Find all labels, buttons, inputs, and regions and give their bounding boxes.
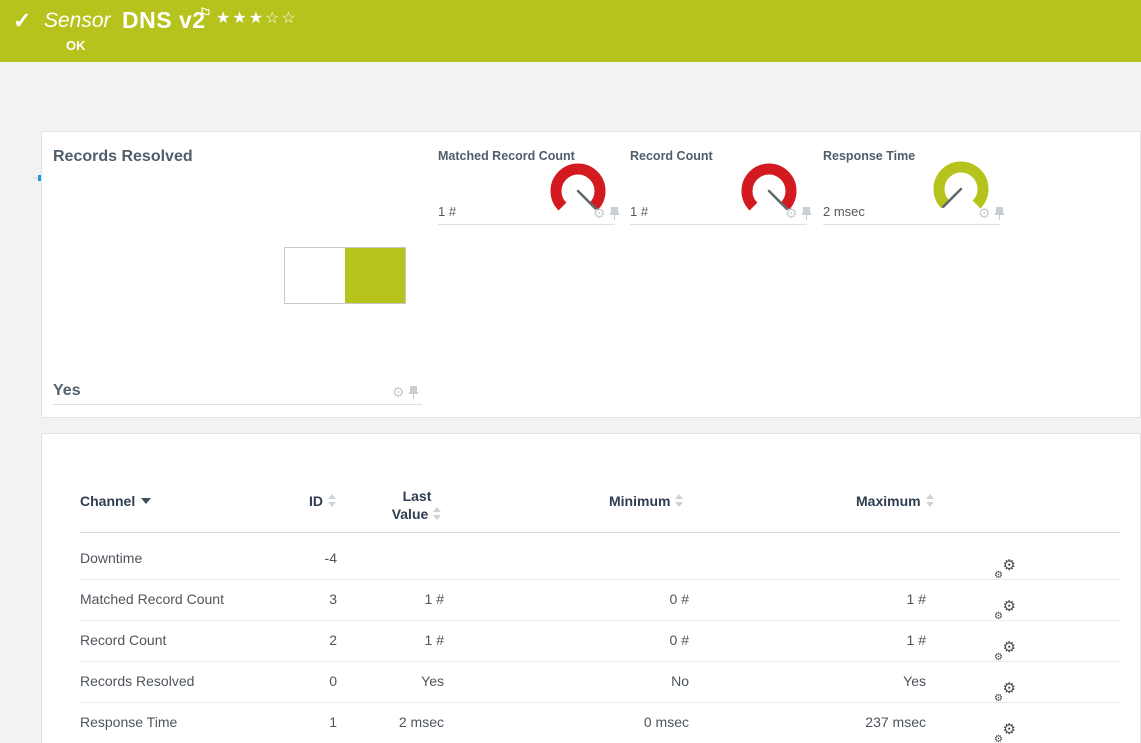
boolean-indicator	[284, 247, 406, 304]
channel-id: 1	[242, 714, 337, 730]
primary-channel-value: Yes	[53, 382, 81, 400]
channel-last-value: Yes	[342, 673, 444, 689]
column-header-channel-label: Channel	[80, 493, 135, 509]
channel-last-value: 1 #	[342, 591, 444, 607]
column-header-minimum[interactable]: Minimum	[609, 493, 684, 509]
channel-maximum: Yes	[777, 673, 926, 689]
gauge-cell-divider	[823, 224, 1000, 225]
channel-last-value: 2 msec	[342, 714, 444, 730]
channel-settings-icon[interactable]: ⚙⚙	[994, 681, 1016, 703]
gear-icon[interactable]: ⚙	[392, 385, 405, 399]
channel-maximum: 1 #	[777, 632, 926, 648]
gauge-cell-divider	[630, 224, 807, 225]
channel-table-panel: Channel ID Last Value Minimum Maximum Do…	[41, 433, 1141, 743]
channel-maximum: 1 #	[777, 591, 926, 607]
gauge-cell-actions: ⚙	[785, 206, 811, 220]
channel-settings-icon[interactable]: ⚙⚙	[994, 640, 1016, 662]
channel-minimum: No	[542, 673, 689, 689]
gauge-value: 2 msec	[823, 204, 865, 219]
status-badge: OK	[66, 38, 86, 53]
stars-empty: ☆☆	[265, 10, 298, 27]
tab-bar: Overview Live Data 2 days 30 days 365 da…	[0, 62, 1141, 119]
sort-icon	[433, 507, 442, 520]
gear-icon[interactable]: ⚙	[785, 206, 798, 220]
channel-settings-icon[interactable]: ⚙⚙	[994, 558, 1016, 580]
boolean-indicator-fill	[345, 248, 405, 303]
channel-id: -4	[242, 550, 337, 566]
table-row-record-count: Record Count 2 1 # 0 # 1 # ⚙⚙	[42, 620, 1141, 661]
sensor-type-label: Sensor	[44, 9, 111, 33]
channel-minimum: 0 msec	[542, 714, 689, 730]
channel-name: Record Count	[80, 632, 166, 648]
gear-icon[interactable]: ⚙	[978, 206, 991, 220]
gauge-title: Response Time	[823, 149, 915, 163]
primary-channel-title: Records Resolved	[53, 148, 193, 166]
gauge-title: Record Count	[630, 149, 713, 163]
column-header-maximum[interactable]: Maximum	[856, 493, 935, 509]
sort-icon	[675, 494, 684, 507]
primary-cell-actions: ⚙	[392, 385, 418, 399]
channel-maximum: 237 msec	[777, 714, 926, 730]
channel-id: 2	[242, 632, 337, 648]
gauge-value: 1 #	[630, 204, 648, 219]
table-row-downtime: Downtime -4 ⚙⚙	[42, 538, 1141, 579]
channel-last-value: 1 #	[342, 632, 444, 648]
pin-icon[interactable]	[610, 207, 619, 220]
channel-minimum: 0 #	[542, 591, 689, 607]
channel-name: Downtime	[80, 550, 142, 566]
overview-panel: Records Resolved Yes ⚙ Matched Record Co…	[41, 131, 1141, 418]
pin-icon[interactable]	[802, 207, 811, 220]
primary-cell-divider	[53, 404, 422, 405]
gauge-title: Matched Record Count	[438, 149, 575, 163]
column-header-id-label: ID	[309, 493, 323, 509]
sort-descending-icon	[141, 498, 151, 504]
gear-icon[interactable]: ⚙	[593, 206, 606, 220]
column-header-last-value[interactable]: Last Value	[372, 487, 462, 523]
flag-icon[interactable]: ⚐	[199, 5, 212, 22]
gauge-cell-actions: ⚙	[593, 206, 619, 220]
column-header-last-value-line2: Value	[392, 506, 429, 522]
sensor-name: DNS v2	[122, 7, 206, 34]
column-header-id[interactable]: ID	[242, 493, 337, 509]
table-header-divider	[80, 532, 1120, 533]
priority-stars[interactable]: ★★★☆☆	[216, 8, 298, 28]
column-header-minimum-label: Minimum	[609, 493, 670, 509]
channel-settings-icon[interactable]: ⚙⚙	[994, 722, 1016, 743]
gauge-cell-actions: ⚙	[978, 206, 1004, 220]
stars-filled: ★★★	[216, 10, 265, 27]
channel-id: 0	[242, 673, 337, 689]
column-header-maximum-label: Maximum	[856, 493, 921, 509]
channel-settings-icon[interactable]: ⚙⚙	[994, 599, 1016, 621]
gauge-cell-divider	[438, 224, 615, 225]
sensor-header: ✓ Sensor DNS v2 ⚐ ★★★☆☆ OK	[0, 0, 1141, 62]
pin-icon[interactable]	[995, 207, 1004, 220]
channel-minimum: 0 #	[542, 632, 689, 648]
table-row-matched-record-count: Matched Record Count 3 1 # 0 # 1 # ⚙⚙	[42, 579, 1141, 620]
table-row-records-resolved: Records Resolved 0 Yes No Yes ⚙⚙	[42, 661, 1141, 702]
channel-id: 3	[242, 591, 337, 607]
sort-icon	[328, 494, 337, 507]
gauge-value: 1 #	[438, 204, 456, 219]
column-header-channel[interactable]: Channel	[80, 493, 151, 509]
channel-name: Matched Record Count	[80, 591, 224, 607]
channel-name: Records Resolved	[80, 673, 194, 689]
status-check-icon: ✓	[13, 8, 31, 34]
table-row-response-time: Response Time 1 2 msec 0 msec 237 msec ⚙…	[42, 702, 1141, 743]
channel-name: Response Time	[80, 714, 177, 730]
pin-icon[interactable]	[409, 386, 418, 399]
sort-icon	[926, 494, 935, 507]
column-header-last-value-line1: Last	[403, 488, 432, 504]
